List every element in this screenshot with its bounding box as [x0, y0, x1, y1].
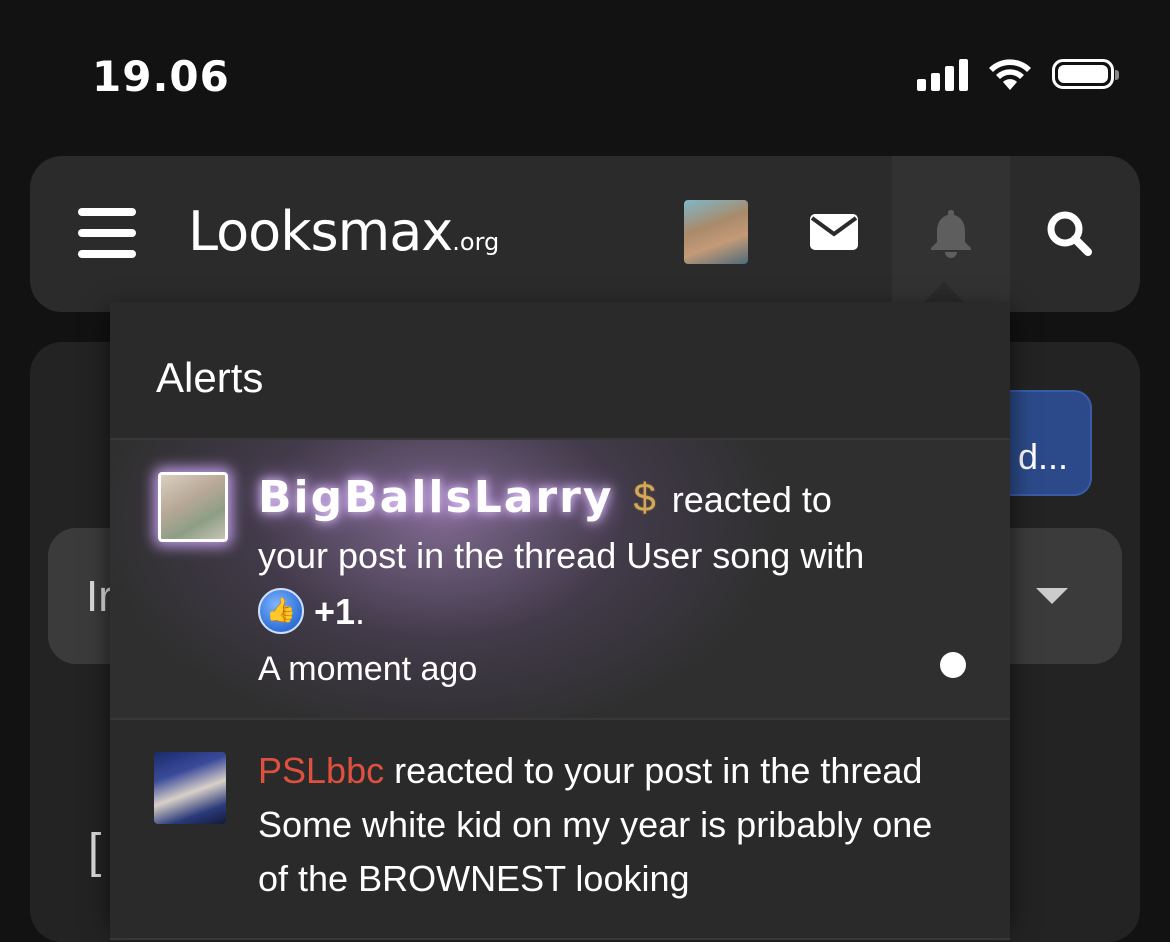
alert-text: BigBallsLarry $ reacted to your post in th…	[258, 470, 968, 697]
filter-select-label: Ir	[86, 572, 113, 621]
dropdown-pointer	[922, 282, 966, 304]
alert-time: A moment ago	[258, 650, 478, 688]
alert-avatar[interactable]	[154, 752, 226, 824]
search-icon[interactable]	[1046, 210, 1092, 256]
alerts-title: Alerts	[156, 354, 264, 401]
alert-text: PSLbbc reacted to your post in the threa…	[258, 744, 968, 906]
reaction-label: +1	[314, 591, 356, 632]
dollar-badge-icon: $	[633, 476, 656, 520]
wifi-icon	[989, 59, 1031, 90]
like-reaction-icon: 👍	[258, 588, 304, 635]
page-bottom-text: [	[88, 825, 102, 878]
reaction-suffix: .	[355, 591, 366, 632]
status-time: 19.06	[92, 52, 230, 101]
logo-suffix: .org	[452, 228, 500, 256]
battery-icon	[1052, 59, 1119, 89]
mail-icon[interactable]	[810, 214, 858, 250]
menu-icon[interactable]	[78, 208, 136, 260]
site-logo[interactable]: Looksmax.org	[188, 200, 499, 263]
alert-username[interactable]: BigBallsLarry	[258, 472, 614, 523]
alert-item[interactable]: BigBallsLarry $ reacted to your post in th…	[110, 440, 1010, 720]
alert-username[interactable]: PSLbbc	[258, 750, 384, 791]
caret-down-icon	[1036, 588, 1068, 604]
unread-dot[interactable]	[940, 652, 966, 678]
bell-icon	[931, 210, 971, 258]
site-header: Looksmax.org	[30, 156, 1140, 312]
user-avatar[interactable]	[684, 200, 748, 264]
status-icons	[917, 56, 1119, 92]
cellular-signal-icon	[917, 57, 968, 91]
alerts-dropdown: Alerts BigBallsLarry $ reacted to your pos…	[110, 302, 1010, 940]
alert-action: reacted to	[671, 479, 832, 520]
alerts-header: Alerts	[110, 302, 1010, 440]
alert-message[interactable]: your post in the thread User song with	[258, 535, 864, 576]
logo-text: Looksmax	[188, 200, 453, 263]
alert-item[interactable]: PSLbbc reacted to your post in the threa…	[110, 720, 1010, 940]
alert-avatar[interactable]	[158, 472, 228, 542]
